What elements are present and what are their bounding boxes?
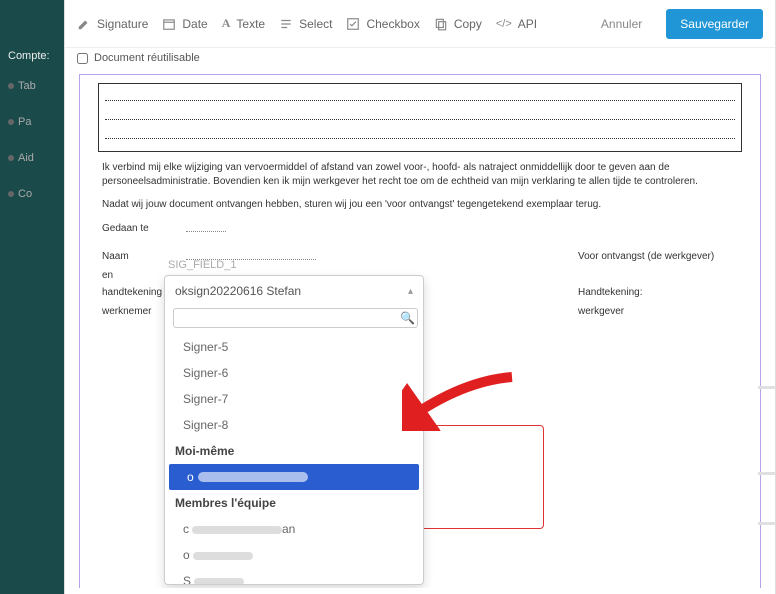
checkbox-tool[interactable]: Checkbox: [346, 17, 419, 31]
fill-line: [105, 90, 735, 101]
text-icon: A: [222, 16, 231, 31]
sidebar-item-0[interactable]: Tab: [0, 68, 64, 104]
sig-field-label: SIG_FIELD_1: [168, 259, 236, 271]
redacted-text: [198, 472, 308, 482]
sidebar-item-3[interactable]: Co: [0, 176, 64, 212]
gedaan-label: Gedaan te: [102, 222, 186, 237]
list-icon: [279, 17, 293, 31]
cancel-button[interactable]: Annuler: [591, 11, 652, 37]
pencil-icon: [77, 17, 91, 31]
settings-icon: [8, 119, 14, 125]
dropdown-item-signer[interactable]: Signer-8: [165, 412, 423, 438]
save-button[interactable]: Sauvegarder: [666, 9, 763, 39]
dropdown-body: Signer-5 Signer-6 Signer-7 Signer-8 Moi-…: [165, 334, 423, 584]
paragraph-1: Ik verbind mij elke wijziging van vervoe…: [102, 161, 738, 188]
code-icon: </>: [496, 18, 512, 30]
document-area[interactable]: Ik verbind mij elke wijziging van vervoe…: [65, 74, 775, 588]
dropdown-header[interactable]: oksign20220616 Stefan ▴: [165, 276, 423, 306]
werkgever-label: werkgever: [538, 305, 738, 319]
dropdown-item-signer[interactable]: Signer-5: [165, 334, 423, 360]
dropdown-group-team: Membres l'équipe: [165, 490, 423, 516]
handtekening-r-label: Handtekening:: [538, 286, 738, 301]
text-tool[interactable]: A Texte: [222, 16, 265, 31]
help-icon: [8, 155, 14, 161]
copy-icon: [434, 17, 448, 31]
caret-up-icon: ▴: [408, 286, 413, 297]
dropdown-item-member[interactable]: S: [165, 568, 423, 584]
toolbar: Signature Date A Texte Select Checkbox C…: [65, 0, 775, 48]
sidebar-item-1[interactable]: Pa: [0, 104, 64, 140]
contacts-icon: [8, 191, 14, 197]
redacted-text: [193, 552, 253, 560]
dropdown-item-signer[interactable]: Signer-7: [165, 386, 423, 412]
dropdown-search: 🔍: [165, 306, 423, 334]
dropdown-item-member[interactable]: can: [165, 516, 423, 542]
app-sidebar: Compte: Tab Pa Aid Co: [0, 0, 64, 594]
sidebar-item-2[interactable]: Aid: [0, 140, 64, 176]
subbar: Document réutilisable: [65, 48, 775, 74]
dropdown-search-input[interactable]: [173, 308, 418, 328]
select-tool[interactable]: Select: [279, 17, 332, 31]
redacted-text: [194, 578, 244, 584]
date-tool[interactable]: Date: [162, 17, 207, 31]
side-marker: [758, 386, 776, 389]
account-label: Compte:: [0, 0, 64, 68]
copy-tool[interactable]: Copy: [434, 17, 482, 31]
fill-line: [105, 128, 735, 139]
dropdown-group-moimeme: Moi-même: [165, 438, 423, 464]
signer-dropdown[interactable]: oksign20220616 Stefan ▴ 🔍 Signer-5 Signe…: [164, 275, 424, 585]
side-marker: [758, 472, 776, 475]
main-panel: Signature Date A Texte Select Checkbox C…: [64, 0, 776, 594]
calendar-icon: [162, 17, 176, 31]
side-marker: [758, 522, 776, 525]
reusable-label: Document réutilisable: [94, 52, 200, 64]
dropdown-item-signer[interactable]: Signer-6: [165, 360, 423, 386]
document-page: Ik verbind mij elke wijziging van vervoe…: [79, 74, 761, 588]
redacted-text: [192, 526, 282, 534]
fill-line: [105, 109, 735, 120]
api-tool[interactable]: </> API: [496, 17, 537, 31]
dashboard-icon: [8, 83, 14, 89]
dropdown-item-member[interactable]: o: [165, 542, 423, 568]
dropdown-selected-item[interactable]: o: [169, 464, 419, 490]
paragraph-2: Nadat wij jouw document ontvangen hebben…: [102, 198, 738, 212]
checkbox-icon: [346, 17, 360, 31]
signature-tool[interactable]: Signature: [77, 17, 148, 31]
reusable-checkbox[interactable]: [77, 53, 88, 64]
voor-ontvangst-label: Voor ontvangst (de werkgever): [538, 250, 738, 265]
